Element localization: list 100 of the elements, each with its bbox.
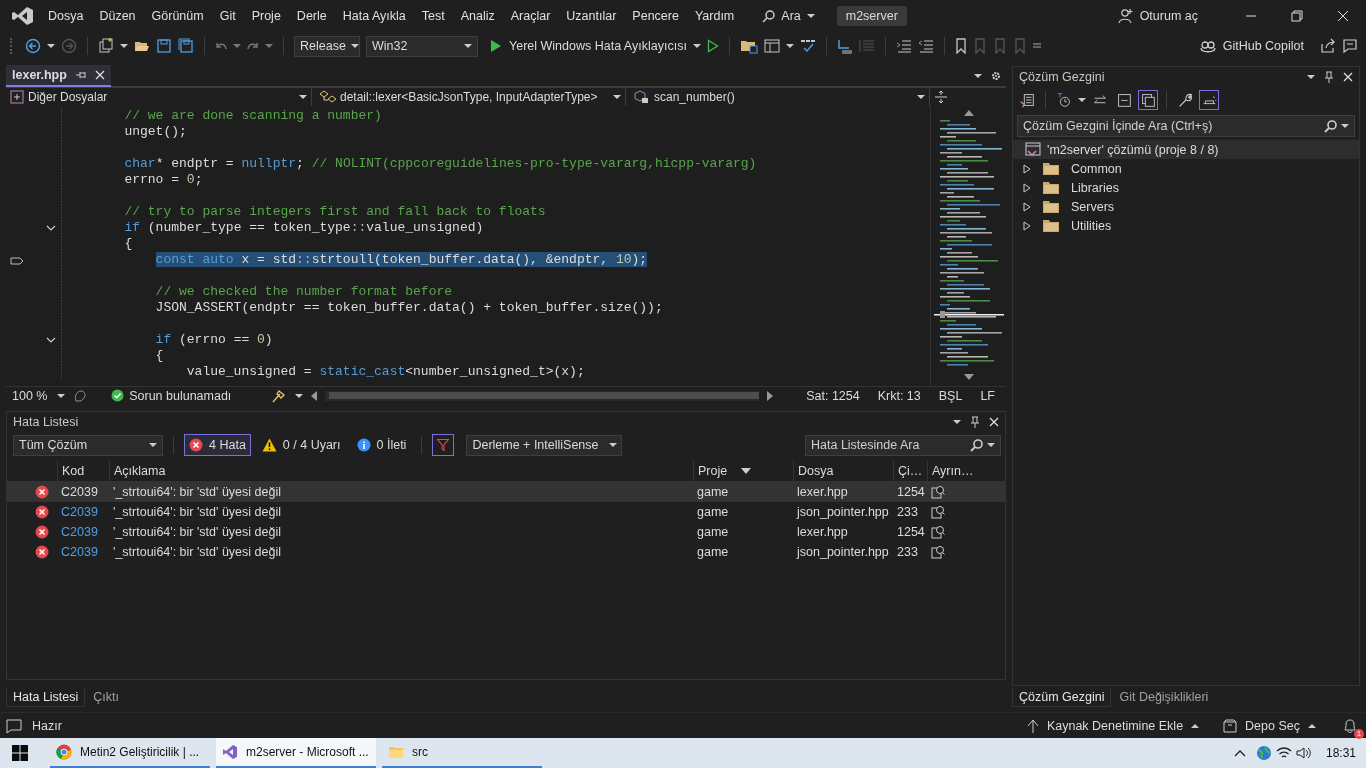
caret-icon[interactable] bbox=[1078, 97, 1086, 103]
clock[interactable]: 18:31 bbox=[1325, 746, 1356, 760]
preview-icon[interactable] bbox=[1199, 90, 1219, 110]
share-icon[interactable] bbox=[1320, 38, 1336, 54]
scroll-right-icon[interactable] bbox=[767, 390, 774, 401]
feedback-icon[interactable] bbox=[1342, 38, 1358, 54]
tree-item[interactable]: Libraries bbox=[1013, 178, 1359, 197]
search-icon[interactable] bbox=[970, 438, 983, 452]
error-row[interactable]: C2039 '_strtoui64': bir 'std' üyesi değil game json_pointer.hpp 233 bbox=[7, 502, 1005, 522]
menu-item[interactable]: Hata Ayıkla bbox=[334, 5, 414, 27]
tray-chevron-icon[interactable] bbox=[1233, 749, 1246, 757]
menu-item[interactable]: Yardım bbox=[686, 5, 743, 27]
pin-icon[interactable] bbox=[74, 69, 87, 81]
caret-icon[interactable] bbox=[1307, 74, 1315, 80]
tree-item[interactable]: Servers bbox=[1013, 197, 1359, 216]
error-code-link[interactable]: C2039 bbox=[61, 505, 98, 519]
search-button[interactable]: Ara bbox=[756, 5, 821, 27]
error-row[interactable]: C2039 '_strtoui64': bir 'std' üyesi değil game json_pointer.hpp 233 bbox=[7, 542, 1005, 562]
column-header[interactable]: Dosya bbox=[793, 460, 893, 481]
encoding-indicator[interactable]: BŞL bbox=[933, 388, 968, 403]
filter-toggle[interactable]: 4 Hata bbox=[184, 434, 251, 456]
filter-toggle[interactable]: 0 İleti bbox=[351, 434, 412, 456]
build-source-dropdown[interactable]: Derleme + IntelliSense bbox=[466, 434, 623, 456]
tree-item[interactable]: Utilities bbox=[1013, 216, 1359, 235]
column-header[interactable]: Açıklama bbox=[109, 460, 693, 481]
filter-icon[interactable] bbox=[432, 434, 455, 456]
caret-icon[interactable] bbox=[692, 43, 701, 49]
expand-arrow-icon[interactable] bbox=[1023, 201, 1031, 212]
filter-toggle[interactable]: 0 / 4 Uyarı bbox=[256, 434, 346, 456]
menu-item[interactable]: Pencere bbox=[624, 5, 687, 27]
close-icon[interactable] bbox=[989, 417, 999, 427]
sign-in-button[interactable]: Oturum aç bbox=[1117, 8, 1198, 24]
expand-arrow-icon[interactable] bbox=[1023, 220, 1031, 231]
menu-item[interactable]: Analiz bbox=[452, 5, 503, 27]
member-dropdown[interactable]: scan_number() bbox=[630, 88, 930, 106]
caret-icon[interactable] bbox=[953, 419, 961, 425]
windows-start-icon[interactable] bbox=[12, 745, 28, 761]
search-icon[interactable] bbox=[1324, 119, 1337, 133]
scroll-left-icon[interactable] bbox=[311, 390, 318, 401]
settings-icon[interactable] bbox=[990, 70, 1002, 82]
source-control-button[interactable]: Kaynak Denetimine Ekle bbox=[1026, 718, 1200, 733]
error-code-link[interactable]: C2039 bbox=[61, 485, 98, 499]
window-layout-icon[interactable] bbox=[763, 38, 780, 54]
play-outline-icon[interactable] bbox=[706, 39, 719, 53]
new-item-icon[interactable] bbox=[98, 38, 114, 54]
show-all-files-icon[interactable] bbox=[1138, 90, 1158, 110]
details-icon[interactable] bbox=[931, 505, 945, 519]
back-icon[interactable] bbox=[25, 38, 41, 54]
menu-item[interactable]: Görünüm bbox=[143, 5, 212, 27]
expand-arrow-icon[interactable] bbox=[1023, 182, 1031, 193]
line-ending-indicator[interactable]: LF bbox=[975, 388, 1000, 403]
menu-item[interactable]: Dosya bbox=[40, 5, 92, 27]
pin-icon[interactable] bbox=[1323, 71, 1335, 83]
menu-item[interactable]: Düzen bbox=[91, 5, 144, 27]
volume-icon[interactable] bbox=[1295, 746, 1312, 760]
scope-dropdown[interactable]: detail::lexer<BasicJsonType, InputAdapterType> bbox=[316, 88, 626, 106]
close-icon[interactable] bbox=[94, 70, 105, 80]
column-number[interactable]: Krkt: 13 bbox=[872, 388, 926, 403]
indent-icon[interactable] bbox=[917, 38, 934, 54]
panel-tab[interactable]: Hata Listesi bbox=[6, 687, 86, 707]
expand-arrow-icon[interactable] bbox=[1023, 163, 1031, 174]
taskbar-item[interactable]: src bbox=[382, 738, 542, 768]
outdent-icon[interactable] bbox=[895, 38, 912, 54]
bookmark-icon[interactable] bbox=[954, 38, 967, 54]
caret-icon[interactable] bbox=[295, 392, 304, 399]
folder-icon[interactable] bbox=[739, 38, 758, 54]
save-icon[interactable] bbox=[156, 38, 172, 54]
configuration-dropdown[interactable]: Release bbox=[294, 35, 360, 57]
menu-item[interactable]: Git bbox=[211, 5, 244, 27]
scroll-down-icon[interactable] bbox=[963, 374, 974, 380]
platform-dropdown[interactable]: Win32 bbox=[366, 35, 478, 57]
save-all-icon[interactable] bbox=[178, 38, 194, 54]
error-row[interactable]: C2039 '_strtoui64': bir 'std' üyesi değil game lexer.hpp 1254 bbox=[7, 482, 1005, 502]
menu-item[interactable]: Uzantılar bbox=[558, 5, 625, 27]
panel-tab[interactable]: Çıktı bbox=[87, 688, 125, 706]
collapse-chevron-icon[interactable] bbox=[46, 224, 56, 232]
tree-item[interactable]: 'm2server' çözümü (proje 8 / 8) bbox=[1013, 140, 1359, 159]
repository-button[interactable]: Depo Seç bbox=[1223, 718, 1316, 733]
column-header[interactable]: Kod bbox=[57, 460, 109, 481]
panel-tab[interactable]: Git Değişiklikleri bbox=[1113, 688, 1215, 706]
split-icon[interactable] bbox=[934, 90, 948, 104]
menu-item[interactable]: Proje bbox=[243, 5, 289, 27]
error-row[interactable]: C2039 '_strtoui64': bir 'std' üyesi değil game lexer.hpp 1254 bbox=[7, 522, 1005, 542]
notification-bell-icon[interactable] bbox=[1342, 717, 1358, 734]
menu-item[interactable]: Araçlar bbox=[502, 5, 559, 27]
details-icon[interactable] bbox=[931, 485, 945, 499]
scroll-up-icon[interactable] bbox=[963, 110, 974, 116]
pin-icon[interactable] bbox=[969, 416, 981, 428]
caret-icon[interactable] bbox=[974, 73, 982, 79]
close-icon[interactable] bbox=[1343, 72, 1353, 82]
project-dropdown[interactable]: Diğer Dosyalar bbox=[6, 88, 312, 106]
line-number[interactable]: Sat: 1254 bbox=[801, 388, 865, 403]
caret-icon[interactable] bbox=[1341, 123, 1349, 129]
taskbar-item[interactable]: Metin2 Geliştiricilik | ... bbox=[50, 738, 210, 768]
details-icon[interactable] bbox=[931, 545, 945, 559]
search-field[interactable]: Çözüm Gezgini İçinde Ara (Ctrl+ş) bbox=[1017, 115, 1355, 137]
details-icon[interactable] bbox=[931, 525, 945, 539]
scrollbar-thumb[interactable] bbox=[329, 392, 760, 399]
collapse-chevron-icon[interactable] bbox=[46, 336, 56, 344]
spell-check-icon[interactable] bbox=[799, 38, 816, 54]
